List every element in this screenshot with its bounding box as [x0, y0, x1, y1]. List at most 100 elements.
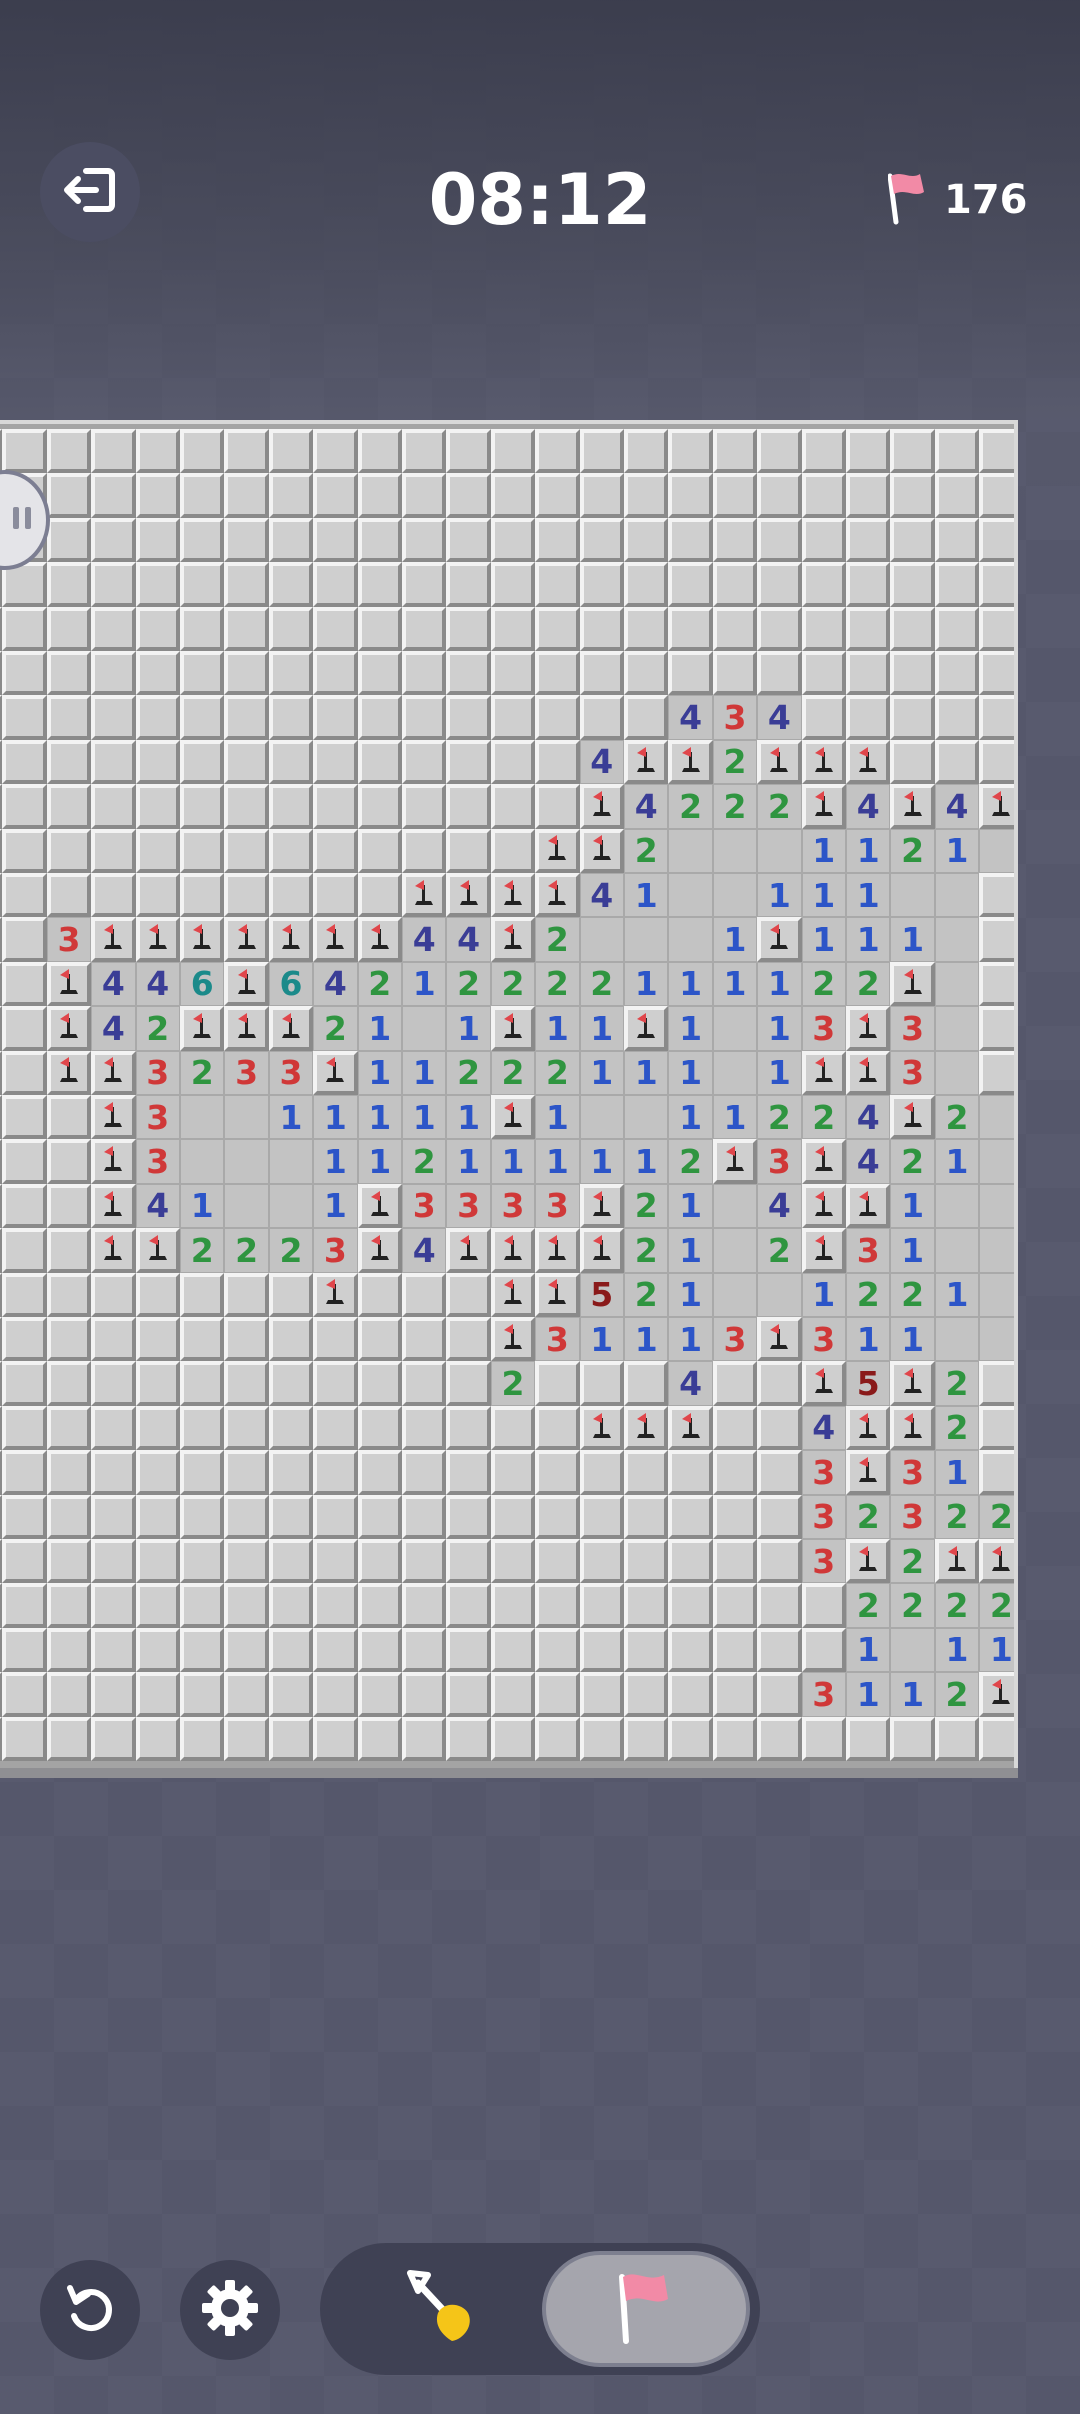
number-cell[interactable]: 1: [313, 1183, 358, 1229]
closed-cell[interactable]: [979, 651, 1014, 696]
flagged-cell[interactable]: [357, 917, 402, 962]
closed-cell[interactable]: [535, 1405, 580, 1451]
settings-button[interactable]: [180, 2260, 280, 2360]
closed-cell[interactable]: [46, 1228, 92, 1273]
number-cell[interactable]: 2: [934, 1672, 980, 1717]
closed-cell[interactable]: [135, 1317, 180, 1362]
number-cell[interactable]: 1: [846, 1317, 891, 1362]
closed-cell[interactable]: [135, 1405, 180, 1451]
closed-cell[interactable]: [224, 562, 269, 607]
number-cell[interactable]: 2: [846, 961, 891, 1007]
flagged-cell[interactable]: [180, 917, 225, 962]
number-cell[interactable]: 3: [313, 1228, 358, 1273]
closed-cell[interactable]: [801, 695, 846, 740]
closed-cell[interactable]: [46, 1405, 92, 1451]
closed-cell[interactable]: [402, 1272, 447, 1317]
closed-cell[interactable]: [313, 1361, 358, 1406]
closed-cell[interactable]: [934, 651, 980, 696]
closed-cell[interactable]: [180, 695, 225, 740]
closed-cell[interactable]: [268, 1627, 314, 1673]
closed-cell[interactable]: [313, 739, 358, 785]
number-cell[interactable]: 1: [846, 828, 891, 873]
closed-cell[interactable]: [624, 1627, 669, 1673]
closed-cell[interactable]: [402, 429, 447, 474]
number-cell[interactable]: 1: [357, 1095, 402, 1140]
closed-cell[interactable]: [446, 695, 491, 740]
closed-cell[interactable]: [446, 828, 491, 873]
closed-cell[interactable]: [268, 429, 314, 474]
number-cell[interactable]: 1: [446, 1139, 491, 1184]
number-cell[interactable]: 2: [757, 1095, 802, 1140]
flagged-cell[interactable]: [535, 1272, 580, 1317]
number-cell[interactable]: 4: [402, 917, 447, 962]
number-cell[interactable]: 3: [712, 695, 758, 740]
flagged-cell[interactable]: [801, 1361, 846, 1406]
open-cell[interactable]: [979, 1139, 1014, 1184]
closed-cell[interactable]: [446, 1672, 491, 1717]
closed-cell[interactable]: [712, 1539, 758, 1584]
closed-cell[interactable]: [668, 606, 713, 651]
closed-cell[interactable]: [934, 1716, 980, 1761]
closed-cell[interactable]: [446, 562, 491, 607]
closed-cell[interactable]: [180, 606, 225, 651]
closed-cell[interactable]: [402, 784, 447, 829]
closed-cell[interactable]: [490, 429, 536, 474]
flagged-cell[interactable]: [535, 873, 580, 918]
closed-cell[interactable]: [801, 606, 846, 651]
flagged-cell[interactable]: [579, 1183, 624, 1229]
open-cell[interactable]: [890, 873, 935, 918]
number-cell[interactable]: 1: [712, 1095, 758, 1140]
closed-cell[interactable]: [2, 828, 47, 873]
closed-cell[interactable]: [91, 1716, 136, 1761]
closed-cell[interactable]: [757, 1405, 802, 1451]
number-cell[interactable]: 5: [846, 1361, 891, 1406]
closed-cell[interactable]: [624, 429, 669, 474]
number-cell[interactable]: 3: [801, 1450, 846, 1495]
closed-cell[interactable]: [268, 1494, 314, 1539]
closed-cell[interactable]: [91, 828, 136, 873]
closed-cell[interactable]: [135, 651, 180, 696]
closed-cell[interactable]: [46, 1716, 92, 1761]
number-cell[interactable]: 2: [535, 917, 580, 962]
closed-cell[interactable]: [801, 562, 846, 607]
number-cell[interactable]: 1: [357, 1006, 402, 1051]
closed-cell[interactable]: [801, 517, 846, 563]
closed-cell[interactable]: [180, 651, 225, 696]
number-cell[interactable]: 1: [934, 1272, 980, 1317]
flagged-cell[interactable]: [624, 1006, 669, 1051]
open-cell[interactable]: [712, 1050, 758, 1095]
flagged-cell[interactable]: [757, 917, 802, 962]
closed-cell[interactable]: [934, 429, 980, 474]
closed-cell[interactable]: [180, 1317, 225, 1362]
number-cell[interactable]: 2: [890, 1539, 935, 1584]
closed-cell[interactable]: [402, 1405, 447, 1451]
closed-cell[interactable]: [357, 651, 402, 696]
closed-cell[interactable]: [712, 429, 758, 474]
open-cell[interactable]: [712, 1183, 758, 1229]
closed-cell[interactable]: [402, 473, 447, 518]
number-cell[interactable]: 2: [846, 1272, 891, 1317]
flagged-cell[interactable]: [313, 1272, 358, 1317]
closed-cell[interactable]: [979, 695, 1014, 740]
flagged-cell[interactable]: [91, 1095, 136, 1140]
closed-cell[interactable]: [91, 606, 136, 651]
number-cell[interactable]: 4: [91, 1006, 136, 1051]
closed-cell[interactable]: [624, 1583, 669, 1628]
closed-cell[interactable]: [357, 873, 402, 918]
closed-cell[interactable]: [2, 651, 47, 696]
closed-cell[interactable]: [357, 1716, 402, 1761]
number-cell[interactable]: 3: [135, 1050, 180, 1095]
number-cell[interactable]: 2: [890, 828, 935, 873]
number-cell[interactable]: 1: [579, 1317, 624, 1362]
closed-cell[interactable]: [712, 1583, 758, 1628]
number-cell[interactable]: 1: [624, 961, 669, 1007]
flagged-cell[interactable]: [490, 1095, 536, 1140]
closed-cell[interactable]: [268, 562, 314, 607]
flagged-cell[interactable]: [313, 917, 358, 962]
open-cell[interactable]: [712, 1006, 758, 1051]
closed-cell[interactable]: [490, 1672, 536, 1717]
number-cell[interactable]: 2: [224, 1228, 269, 1273]
flagged-cell[interactable]: [446, 1228, 491, 1273]
closed-cell[interactable]: [2, 1050, 47, 1095]
flagged-cell[interactable]: [402, 873, 447, 918]
